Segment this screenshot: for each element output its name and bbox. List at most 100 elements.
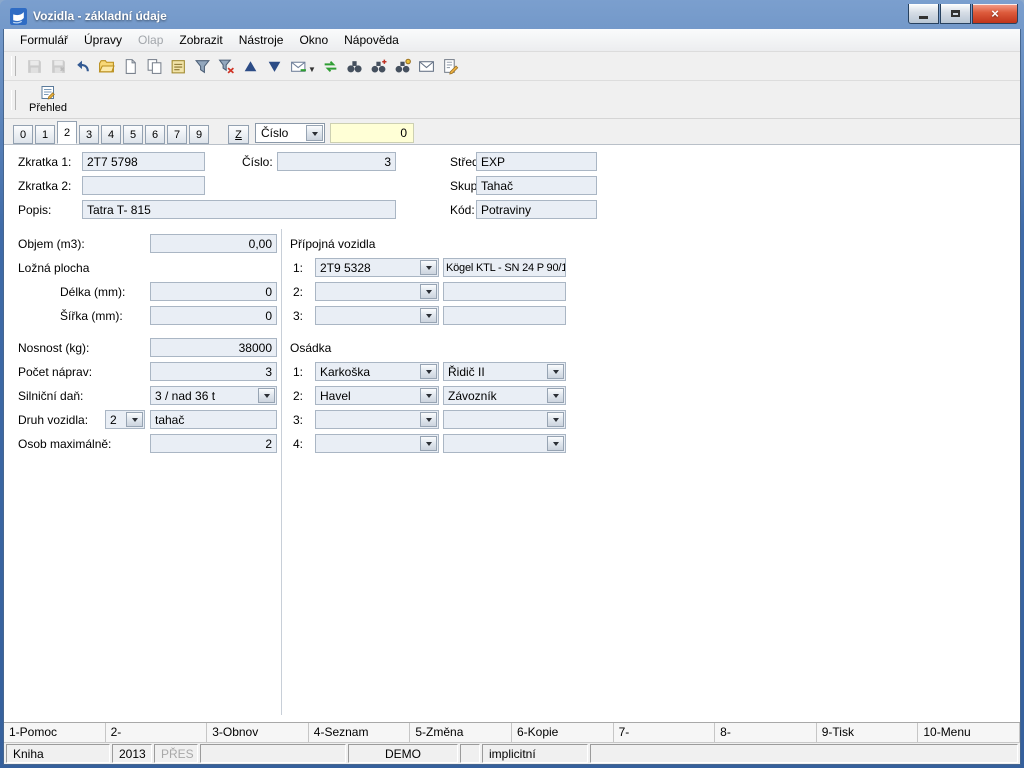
pripojna-row1-desc-field[interactable]: Kögel KTL - SN 24 P 90/1: [443, 258, 566, 277]
fnkey-10-menu[interactable]: 10-Menu: [918, 723, 1020, 742]
menu-formular[interactable]: Formulář: [12, 30, 76, 50]
window-controls: ×: [907, 4, 1018, 24]
filter-icon[interactable]: [191, 55, 213, 77]
fnkey-5-zmena[interactable]: 5-Změna: [410, 723, 512, 742]
menu-upravy[interactable]: Úpravy: [76, 30, 130, 50]
new-icon[interactable]: [119, 55, 141, 77]
osadka-row4-name-combo[interactable]: [315, 434, 439, 453]
move-up-icon[interactable]: [239, 55, 261, 77]
open-icon[interactable]: [95, 55, 117, 77]
maximize-button[interactable]: [940, 4, 971, 24]
dropdown-button[interactable]: [420, 412, 437, 427]
copy-icon[interactable]: [143, 55, 165, 77]
druh-vozidla-field[interactable]: tahač: [150, 410, 277, 429]
undo-icon[interactable]: [71, 55, 93, 77]
popis-field[interactable]: Tatra T- 815: [82, 200, 396, 219]
fnkey-9-tisk[interactable]: 9-Tisk: [817, 723, 919, 742]
statusbar: Kniha 2013 PŘES DEMO implicitní: [4, 743, 1020, 764]
pripojna-row2-desc-field[interactable]: [443, 282, 566, 301]
osadka-row2-role-combo[interactable]: Závozník: [443, 386, 566, 405]
pocet-naprav-field[interactable]: 3: [150, 362, 277, 381]
edit-icon[interactable]: [440, 55, 462, 77]
find-record-icon[interactable]: [392, 55, 414, 77]
dropdown-button[interactable]: [420, 308, 437, 323]
zkratka1-field[interactable]: 2T7 5798: [82, 152, 205, 171]
nosnost-field[interactable]: 38000: [150, 338, 277, 357]
osadka-row3-name-combo[interactable]: [315, 410, 439, 429]
skupina-field[interactable]: Tahač: [476, 176, 597, 195]
tab-3[interactable]: 3: [79, 125, 99, 144]
filter-field-combo[interactable]: Číslo: [255, 123, 325, 143]
menu-okno[interactable]: Okno: [291, 30, 336, 50]
osadka-row1-role-combo[interactable]: Řidič II: [443, 362, 566, 381]
pripojna-row3-desc-field[interactable]: [443, 306, 566, 325]
fnkey-6-kopie[interactable]: 6-Kopie: [512, 723, 614, 742]
zkratka2-field[interactable]: [82, 176, 205, 195]
dropdown-button[interactable]: [547, 364, 564, 379]
silnicni-dan-combo[interactable]: 3 / nad 36 t: [150, 386, 277, 405]
dropdown-button[interactable]: [547, 412, 564, 427]
minimize-button[interactable]: [908, 4, 939, 24]
filter-field-dropdown-button[interactable]: [306, 125, 323, 141]
druh-vozidla-code-combo[interactable]: 2: [105, 410, 145, 429]
tab-9[interactable]: 9: [189, 125, 209, 144]
menu-zobrazit[interactable]: Zobrazit: [171, 30, 230, 50]
tab-2[interactable]: 2: [57, 121, 77, 144]
tab-1[interactable]: 1: [35, 125, 55, 144]
clear-filter-icon[interactable]: [215, 55, 237, 77]
fnkey-7[interactable]: 7-: [614, 723, 716, 742]
dropdown-button[interactable]: [126, 412, 143, 427]
dropdown-button[interactable]: [547, 436, 564, 451]
kod-field[interactable]: Potraviny: [476, 200, 597, 219]
osadka-row2-name-combo[interactable]: Havel: [315, 386, 439, 405]
tab-0[interactable]: 0: [13, 125, 33, 144]
filter-value-field[interactable]: 0: [330, 123, 414, 143]
osadka-row3-role-combo[interactable]: [443, 410, 566, 429]
cislo-field[interactable]: 3: [277, 152, 396, 171]
find-icon[interactable]: [344, 55, 366, 77]
close-icon: ×: [991, 6, 999, 21]
objem-field[interactable]: 0,00: [150, 234, 277, 253]
dropdown-button[interactable]: [547, 388, 564, 403]
prehled-button[interactable]: Přehled: [22, 83, 74, 117]
toolbar-grip[interactable]: [11, 56, 16, 76]
dropdown-button[interactable]: [420, 436, 437, 451]
osob-maximalne-field[interactable]: 2: [150, 434, 277, 453]
z-button[interactable]: Z: [228, 125, 249, 144]
dropdown-button[interactable]: [420, 260, 437, 275]
menu-nastroje[interactable]: Nástroje: [231, 30, 292, 50]
pripojna-row2-code-combo[interactable]: [315, 282, 439, 301]
dropdown-button[interactable]: [420, 284, 437, 299]
fnkey-2[interactable]: 2-: [106, 723, 208, 742]
tab-5[interactable]: 5: [123, 125, 143, 144]
export-xml-icon[interactable]: [320, 55, 342, 77]
save-record-icon[interactable]: [47, 55, 69, 77]
dropdown-button[interactable]: [420, 364, 437, 379]
tab-7[interactable]: 7: [167, 125, 187, 144]
save-icon[interactable]: [23, 55, 45, 77]
send-mail-icon[interactable]: [287, 55, 309, 77]
osadka-row4-role-combo[interactable]: [443, 434, 566, 453]
delka-field[interactable]: 0: [150, 282, 277, 301]
mail-icon[interactable]: [416, 55, 438, 77]
pripojna-row1-code-combo[interactable]: 2T9 5328: [315, 258, 439, 277]
tab-6[interactable]: 6: [145, 125, 165, 144]
dropdown-button[interactable]: [420, 388, 437, 403]
find-next-icon[interactable]: [368, 55, 390, 77]
move-down-icon[interactable]: [263, 55, 285, 77]
fnkey-4-seznam[interactable]: 4-Seznam: [309, 723, 411, 742]
send-mail-dropdown-icon[interactable]: ▼: [308, 65, 316, 74]
fnkey-3-obnov[interactable]: 3-Obnov: [207, 723, 309, 742]
fnkey-8[interactable]: 8-: [715, 723, 817, 742]
menu-napoveda[interactable]: Nápověda: [336, 30, 407, 50]
stredisko-field[interactable]: EXP: [476, 152, 597, 171]
clipboard-icon[interactable]: [167, 55, 189, 77]
close-button[interactable]: ×: [972, 4, 1018, 24]
fnkey-1-pomoc[interactable]: 1-Pomoc: [4, 723, 106, 742]
osadka-row1-name-combo[interactable]: Karkoška: [315, 362, 439, 381]
pripojna-row3-code-combo[interactable]: [315, 306, 439, 325]
sirka-field[interactable]: 0: [150, 306, 277, 325]
secondary-toolbar-grip[interactable]: [11, 90, 16, 110]
dropdown-button[interactable]: [258, 388, 275, 403]
tab-4[interactable]: 4: [101, 125, 121, 144]
